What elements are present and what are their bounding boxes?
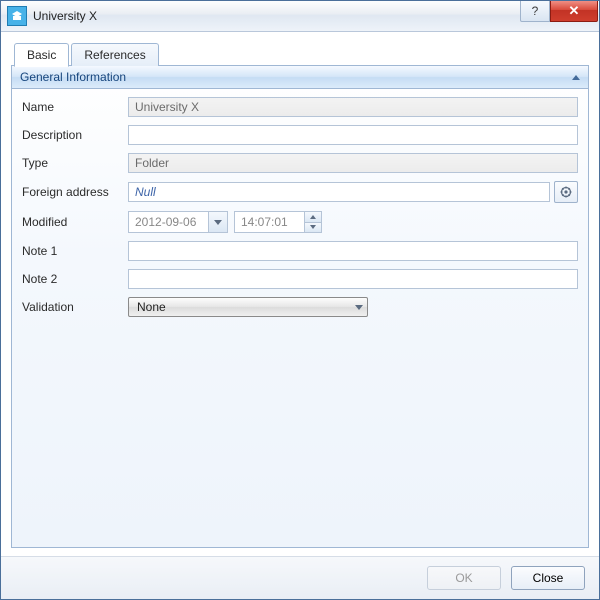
tab-basic[interactable]: Basic [14, 43, 69, 67]
foreign-address-settings-button[interactable] [554, 181, 578, 203]
modified-date-picker[interactable]: 2012-09-06 [128, 211, 228, 233]
dialog-footer: OK Close [1, 556, 599, 599]
section-title: General Information [20, 70, 126, 84]
note2-field[interactable] [128, 269, 578, 289]
tab-page-basic: General Information Name Description Typ… [11, 65, 589, 548]
time-spin-down[interactable] [305, 222, 321, 233]
tab-label: References [84, 48, 145, 62]
label-note2: Note 2 [22, 272, 122, 286]
client-area: Basic References General Information Nam… [1, 32, 599, 556]
tab-references[interactable]: References [71, 43, 158, 66]
help-button[interactable]: ? [520, 1, 550, 22]
chevron-down-icon [355, 305, 363, 310]
chevron-up-icon [310, 215, 316, 219]
dialog-window: University X ? ✕ Basic References Genera… [0, 0, 600, 600]
tabstrip: Basic References [11, 42, 589, 66]
time-spin-up[interactable] [305, 212, 321, 222]
label-description: Description [22, 128, 122, 142]
time-spinner [304, 212, 321, 232]
titlebar: University X ? ✕ [1, 1, 599, 32]
modified-time-picker[interactable]: 14:07:01 [234, 211, 322, 233]
chevron-up-icon [572, 75, 580, 80]
label-validation: Validation [22, 300, 122, 314]
form-general-information: Name Description Type Foreign address Mo… [12, 89, 588, 327]
section-header-general-information[interactable]: General Information [12, 66, 588, 89]
label-foreign-address: Foreign address [22, 185, 122, 199]
ok-button[interactable]: OK [427, 566, 501, 590]
label-note1: Note 1 [22, 244, 122, 258]
label-type: Type [22, 156, 122, 170]
note1-field[interactable] [128, 241, 578, 261]
type-field[interactable] [128, 153, 578, 173]
description-field[interactable] [128, 125, 578, 145]
window-close-button[interactable]: ✕ [550, 1, 598, 22]
gear-icon [560, 186, 572, 198]
validation-value: None [135, 300, 166, 314]
window-title: University X [33, 9, 97, 23]
foreign-address-field[interactable] [128, 182, 550, 202]
chevron-down-icon [310, 225, 316, 229]
validation-select[interactable]: None [128, 297, 368, 317]
close-icon: ✕ [569, 3, 580, 19]
tab-label: Basic [27, 48, 56, 62]
help-icon: ? [532, 4, 539, 18]
label-name: Name [22, 100, 122, 114]
chevron-down-icon [214, 220, 222, 225]
close-button[interactable]: Close [511, 566, 585, 590]
modified-time-value: 14:07:01 [235, 215, 304, 229]
name-field[interactable] [128, 97, 578, 117]
app-icon [7, 6, 27, 26]
modified-date-value: 2012-09-06 [129, 215, 208, 229]
label-modified: Modified [22, 215, 122, 229]
date-dropdown-button[interactable] [208, 212, 227, 232]
